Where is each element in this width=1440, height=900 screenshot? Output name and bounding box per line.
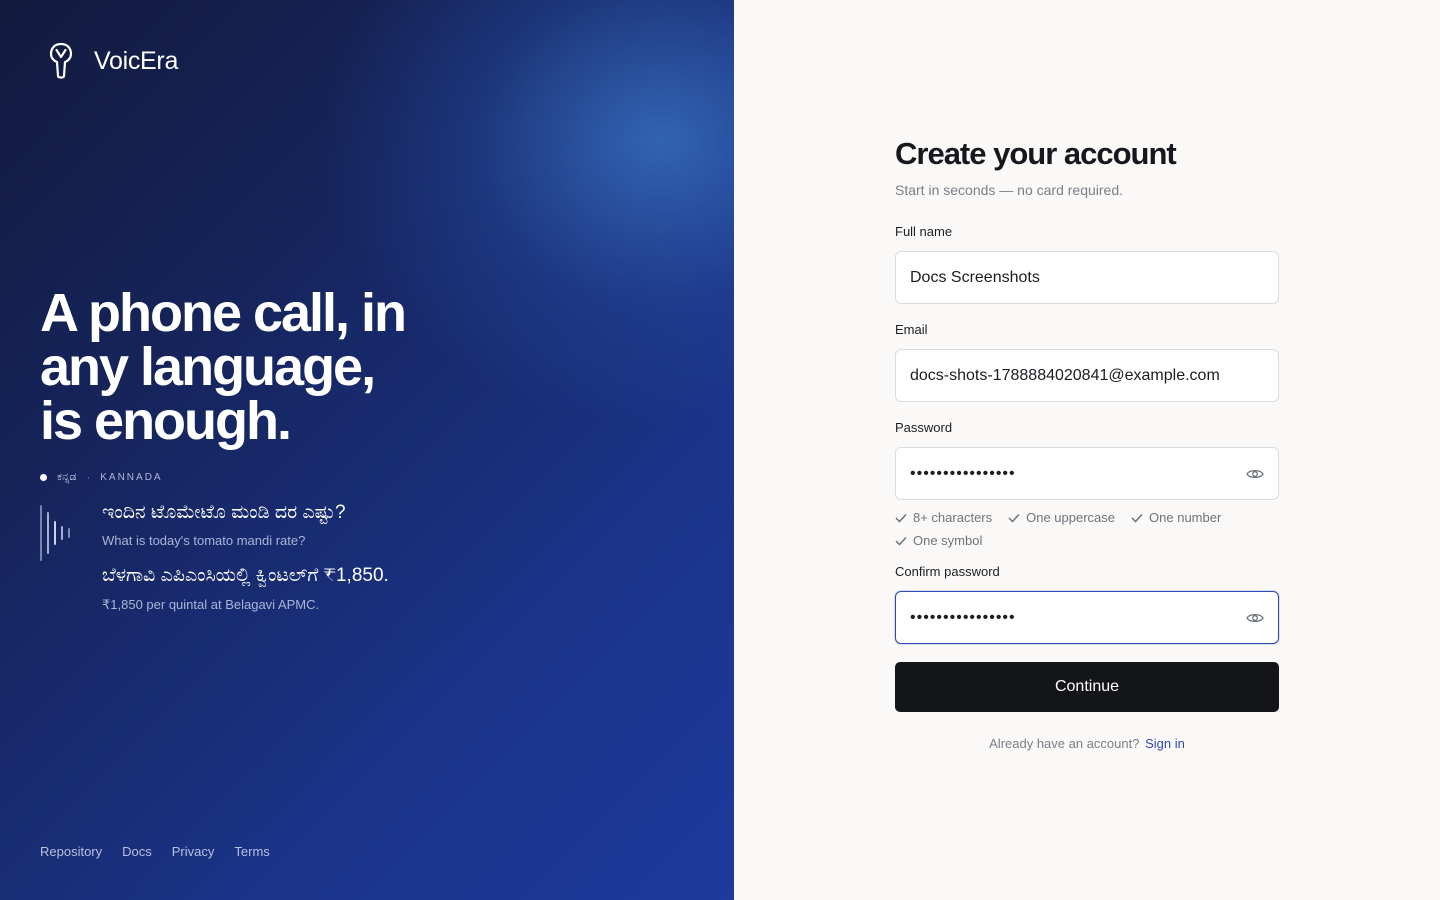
requirement-label: 8+ characters (913, 510, 993, 525)
password-requirements: 8+ characters One uppercase One number O… (895, 510, 1235, 548)
requirement-label: One symbol (913, 533, 983, 548)
requirement-item: One number (1131, 510, 1221, 525)
check-icon (1008, 513, 1020, 523)
email-label: Email (895, 322, 928, 337)
language-native: ಕನ್ನಡ (57, 471, 77, 483)
signin-link[interactable]: Sign in (1145, 736, 1185, 751)
language-separator: · (86, 471, 91, 484)
full-name-group: Full name (895, 224, 1279, 304)
headline-line: A phone call, in (40, 283, 407, 343)
signin-prompt: Already have an account? Sign in (895, 736, 1279, 751)
check-icon (895, 513, 907, 523)
full-name-input[interactable] (910, 268, 1264, 287)
password-input[interactable] (910, 464, 1264, 483)
hero-panel: VoicEra A phone call, in any language, i… (0, 0, 734, 900)
answer-native: ಬೆಳಗಾವಿ ಎಪಿಎಂಸಿಯಲ್ಲಿ ಕ್ವಿಂಟಲ್‌ಗೆ ₹1,850. (102, 565, 389, 586)
signin-prompt-text: Already have an account? (989, 736, 1140, 751)
password-group: Password 8+ characters One uppercase (895, 420, 1279, 548)
full-name-field (895, 251, 1279, 304)
email-input[interactable] (910, 366, 1264, 385)
continue-button[interactable]: Continue (895, 662, 1279, 712)
brand[interactable]: VoicEra (48, 42, 178, 80)
signup-form: Create your account Start in seconds — n… (895, 134, 1279, 751)
requirement-item: One symbol (895, 533, 982, 548)
eye-icon[interactable] (1246, 612, 1264, 624)
form-title: Create your account (895, 136, 1177, 171)
microphone-logo-icon (49, 42, 73, 79)
brand-name: VoicEra (94, 46, 179, 75)
live-dot-icon (40, 474, 47, 481)
hero-headline: A phone call, in any language, is enough… (40, 286, 500, 448)
audio-waveform-icon (40, 505, 76, 561)
password-label: Password (895, 420, 953, 435)
headline-line: any language, (40, 337, 376, 397)
question-native: ಇಂದಿನ ಟೊಮೇಟೊ ಮಂಡಿ ದರ ಎಷ್ಟು? (102, 502, 346, 523)
requirement-item: One uppercase (1008, 510, 1115, 525)
signup-panel: Create your account Start in seconds — n… (734, 0, 1440, 900)
footer-link-privacy[interactable]: Privacy (172, 844, 215, 859)
requirement-label: One uppercase (1026, 510, 1116, 525)
footer-link-terms[interactable]: Terms (234, 844, 269, 859)
confirm-password-field (895, 591, 1279, 644)
requirement-label: One number (1149, 510, 1222, 525)
language-indicator: ಕನ್ನಡ · KANNADA (40, 471, 163, 484)
password-field (895, 447, 1279, 500)
full-name-label: Full name (895, 224, 953, 239)
requirement-item: 8+ characters (895, 510, 992, 525)
footer-links: Repository Docs Privacy Terms (40, 844, 270, 859)
confirm-password-label: Confirm password (895, 564, 1000, 579)
footer-link-repository[interactable]: Repository (40, 844, 102, 859)
confirm-password-input[interactable] (910, 608, 1264, 627)
headline-line: is enough. (40, 391, 292, 451)
email-field (895, 349, 1279, 402)
email-group: Email (895, 322, 1279, 402)
eye-icon[interactable] (1246, 468, 1264, 480)
check-icon (895, 536, 907, 546)
answer-translation: ₹1,850 per quintal at Belagavi APMC. (102, 597, 320, 612)
conversation-sample: ಇಂದಿನ ಟೊಮೇಟೊ ಮಂಡಿ ದರ ಎಷ್ಟು? What is toda… (102, 500, 432, 613)
confirm-password-group: Confirm password (895, 564, 1279, 644)
check-icon (1131, 513, 1143, 523)
language-code: KANNADA (100, 472, 163, 483)
question-translation: What is today's tomato mandi rate? (102, 533, 306, 548)
footer-link-docs[interactable]: Docs (122, 844, 152, 859)
form-subtitle: Start in seconds — no card required. (895, 182, 1124, 198)
